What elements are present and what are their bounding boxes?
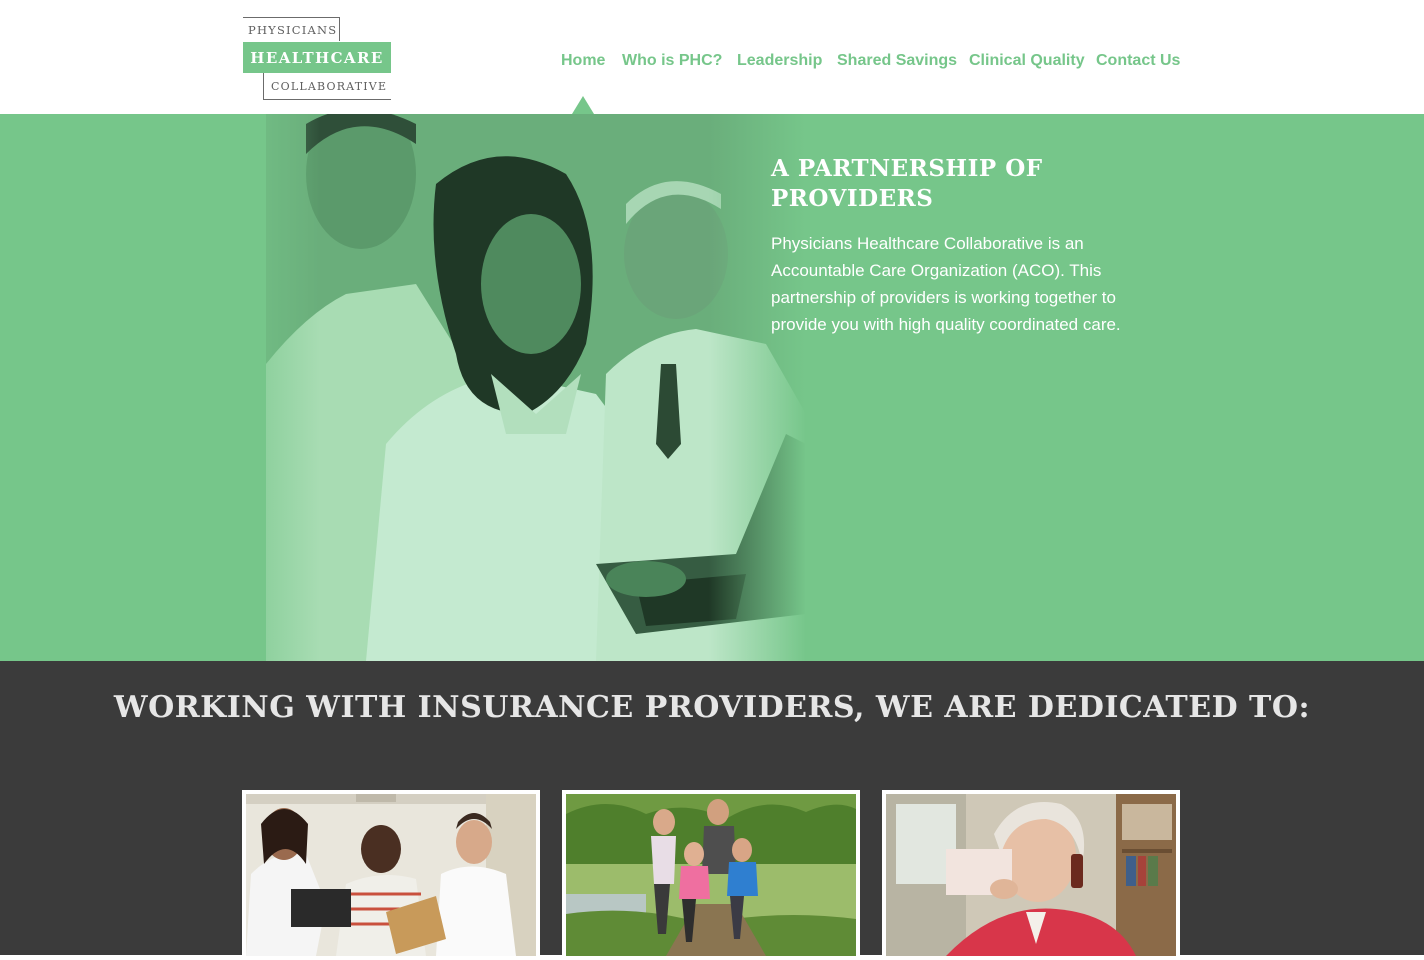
hero-title: A PARTNERSHIP OF PROVIDERS	[771, 155, 1043, 212]
doctors-with-patient-photo	[246, 794, 536, 956]
senior-woman-on-phone-photo	[886, 794, 1176, 956]
nav-item-contact-us[interactable]: Contact Us	[1096, 52, 1180, 70]
nav-item-leadership[interactable]: Leadership	[737, 52, 822, 70]
logo-top-box: PHYSICIANS	[243, 17, 340, 41]
site-header: PHYSICIANS HEALTHCARE COLLABORATIVE Home…	[0, 0, 1424, 114]
logo-bottom-box: COLLABORATIVE	[263, 73, 391, 100]
feature-card-3[interactable]	[882, 790, 1180, 960]
nav-item-clinical-quality[interactable]: Clinical Quality	[969, 52, 1085, 70]
feature-card-1[interactable]	[242, 790, 540, 960]
family-running-photo	[566, 794, 856, 956]
site-logo[interactable]: PHYSICIANS HEALTHCARE COLLABORATIVE	[243, 17, 393, 103]
hero-banner: A PARTNERSHIP OF PROVIDERS Physicians He…	[0, 114, 1424, 661]
feature-card-2[interactable]	[562, 790, 860, 960]
dedicated-section: WORKING WITH INSURANCE PROVIDERS, WE ARE…	[0, 661, 1424, 960]
logo-line2: HEALTHCARE	[243, 42, 391, 73]
hero-description: Physicians Healthcare Collaborative is a…	[771, 234, 1121, 334]
nav-item-home[interactable]: Home	[561, 52, 605, 70]
active-nav-indicator	[572, 96, 594, 114]
hero-doctors-photo	[266, 114, 806, 661]
logo-line3: COLLABORATIVE	[271, 80, 388, 93]
logo-line1: PHYSICIANS	[248, 23, 338, 37]
section-title: WORKING WITH INSURANCE PROVIDERS, WE ARE…	[113, 690, 1311, 725]
nav-item-shared-savings[interactable]: Shared Savings	[837, 52, 957, 70]
nav-item-who-is-phc[interactable]: Who is PHC?	[622, 52, 722, 70]
